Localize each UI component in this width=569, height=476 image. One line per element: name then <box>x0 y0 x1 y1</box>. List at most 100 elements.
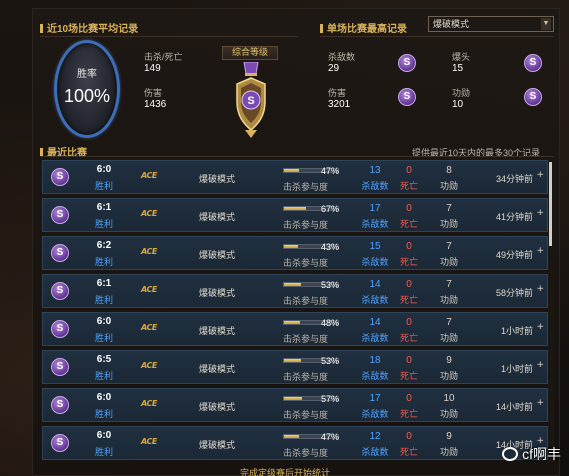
merit-value: 7 <box>446 241 452 252</box>
participation-label: 击杀参与度 <box>283 372 329 382</box>
match-mode: 爆破模式 <box>199 250 236 260</box>
win-rate-value: 100% <box>63 86 111 106</box>
participation-label: 击杀参与度 <box>283 448 329 458</box>
match-time: 1小时前 <box>500 326 533 336</box>
rank-badge-icon: S <box>51 206 69 224</box>
match-score: 6:1 <box>96 202 112 213</box>
match-mode: 爆破模式 <box>199 364 236 374</box>
deaths-value: 0 <box>406 317 412 328</box>
match-row[interactable]: S 6:0 胜利 ACE 爆破模式 47% 击杀参与度 12 杀敌数 0 死亡 9 功勋 14小时前 + <box>42 426 548 460</box>
scrollbar-thumb[interactable] <box>549 162 552 246</box>
watermark-text: cf啊丰 <box>522 446 561 462</box>
match-mode: 爆破模式 <box>199 402 236 412</box>
expand-row-button[interactable]: + <box>536 208 544 218</box>
participation-label: 击杀参与度 <box>283 296 329 306</box>
match-row[interactable]: S 6:2 胜利 ACE 爆破模式 43% 击杀参与度 15 杀敌数 0 死亡 7 功勋 49分钟前 + <box>42 236 548 270</box>
match-result: 胜利 <box>94 219 113 229</box>
chevron-down-icon[interactable]: ▼ <box>541 18 551 30</box>
rank-badge-icon: S <box>524 54 542 72</box>
participation-bar-fill <box>284 169 300 172</box>
kills-value: 13 <box>369 165 381 176</box>
merit-label: 功勋 <box>439 371 458 381</box>
match-mode: 爆破模式 <box>199 326 236 336</box>
match-row[interactable]: S 6:0 胜利 ACE 爆破模式 57% 击杀参与度 17 杀敌数 0 死亡 10 功勋 14小时前 + <box>42 388 548 422</box>
rank-medal-icon: S <box>236 62 266 138</box>
expand-row-button[interactable]: + <box>536 170 544 180</box>
match-result: 胜利 <box>94 371 113 381</box>
match-result: 胜利 <box>94 181 113 191</box>
deaths-label: 死亡 <box>399 295 418 305</box>
kills-value: 15 <box>369 241 381 252</box>
kills-label: 杀敌数 <box>361 409 389 419</box>
match-mode: 爆破模式 <box>199 174 236 184</box>
merit-value: 7 <box>446 279 452 290</box>
participation-bar-fill <box>284 207 306 210</box>
kills-label: 杀敌数 <box>361 295 389 305</box>
match-row[interactable]: S 6:5 胜利 ACE 爆破模式 53% 击杀参与度 18 杀敌数 0 死亡 9 功勋 1小时前 + <box>42 350 548 384</box>
match-row[interactable]: S 6:0 胜利 ACE 爆破模式 48% 击杀参与度 14 杀敌数 0 死亡 7 功勋 1小时前 + <box>42 312 548 346</box>
match-row[interactable]: S 6:0 胜利 ACE 爆破模式 47% 击杀参与度 13 杀敌数 0 死亡 8 功勋 34分钟前 + <box>42 160 548 194</box>
match-mode: 爆破模式 <box>199 440 236 450</box>
ace-badge-icon: ACE <box>141 209 157 218</box>
best-kills-label: 杀敌数 <box>328 52 356 62</box>
best-kills-value: 29 <box>328 63 340 74</box>
kills-value: 17 <box>369 393 381 404</box>
participation-bar-fill <box>284 397 303 400</box>
match-time: 49分钟前 <box>495 250 533 260</box>
expand-row-button[interactable]: + <box>536 360 544 370</box>
participation-value: 43% <box>321 242 340 252</box>
watermark: cf啊丰 <box>502 444 561 464</box>
merit-value: 9 <box>446 431 452 442</box>
ace-badge-icon: ACE <box>141 361 157 370</box>
deaths-value: 0 <box>406 431 412 442</box>
damage-label: 伤害 <box>144 88 163 98</box>
ace-badge-icon: ACE <box>141 437 157 446</box>
win-rate-label: 胜率 <box>77 69 97 80</box>
watermark-logo-icon <box>502 447 519 461</box>
match-score: 6:0 <box>96 164 112 175</box>
win-rate-ring: 胜率 100% <box>54 40 120 138</box>
ace-badge-icon: ACE <box>141 285 157 294</box>
participation-value: 53% <box>321 280 340 290</box>
participation-label: 击杀参与度 <box>283 220 329 230</box>
participation-bar-fill <box>284 321 300 324</box>
footer-note: 完成定级赛后开始统计 <box>240 468 331 476</box>
expand-row-button[interactable]: + <box>536 322 544 332</box>
deaths-label: 死亡 <box>399 409 418 419</box>
rank-badge-icon: S <box>524 88 542 106</box>
match-time: 41分钟前 <box>495 212 533 222</box>
match-result: 胜利 <box>94 447 113 457</box>
match-score: 6:0 <box>96 316 112 327</box>
merit-label: 功勋 <box>439 333 458 343</box>
rank-badge-icon: S <box>398 88 416 106</box>
match-time: 34分钟前 <box>495 174 533 184</box>
match-time: 58分钟前 <box>495 288 533 298</box>
deaths-label: 死亡 <box>399 181 418 191</box>
participation-value: 53% <box>321 356 340 366</box>
kills-label: 杀敌数 <box>361 371 389 381</box>
expand-row-button[interactable]: + <box>536 246 544 256</box>
match-mode: 爆破模式 <box>199 212 236 222</box>
match-score: 6:1 <box>96 278 112 289</box>
merit-label: 功勋 <box>439 219 458 229</box>
match-score: 6:0 <box>96 392 112 403</box>
deaths-label: 死亡 <box>399 447 418 457</box>
expand-row-button[interactable]: + <box>536 398 544 408</box>
ace-badge-icon: ACE <box>141 171 157 180</box>
match-result: 胜利 <box>94 295 113 305</box>
match-row[interactable]: S 6:1 胜利 ACE 爆破模式 67% 击杀参与度 17 杀敌数 0 死亡 7 功勋 41分钟前 + <box>42 198 548 232</box>
best-headshot-value: 15 <box>452 63 464 74</box>
match-result: 胜利 <box>94 333 113 343</box>
kills-label: 杀敌数 <box>361 447 389 457</box>
participation-label: 击杀参与度 <box>283 334 329 344</box>
deaths-value: 0 <box>406 393 412 404</box>
mode-select-value: 爆破模式 <box>433 19 470 29</box>
mode-select[interactable]: 爆破模式 ▼ <box>428 16 554 32</box>
match-row[interactable]: S 6:1 胜利 ACE 爆破模式 53% 击杀参与度 14 杀敌数 0 死亡 7 功勋 58分钟前 + <box>42 274 548 308</box>
deaths-label: 死亡 <box>399 333 418 343</box>
rank-badge-icon: S <box>51 320 69 338</box>
participation-value: 47% <box>321 166 340 176</box>
expand-row-button[interactable]: + <box>536 284 544 294</box>
deaths-label: 死亡 <box>399 371 418 381</box>
match-score: 6:0 <box>96 430 112 441</box>
